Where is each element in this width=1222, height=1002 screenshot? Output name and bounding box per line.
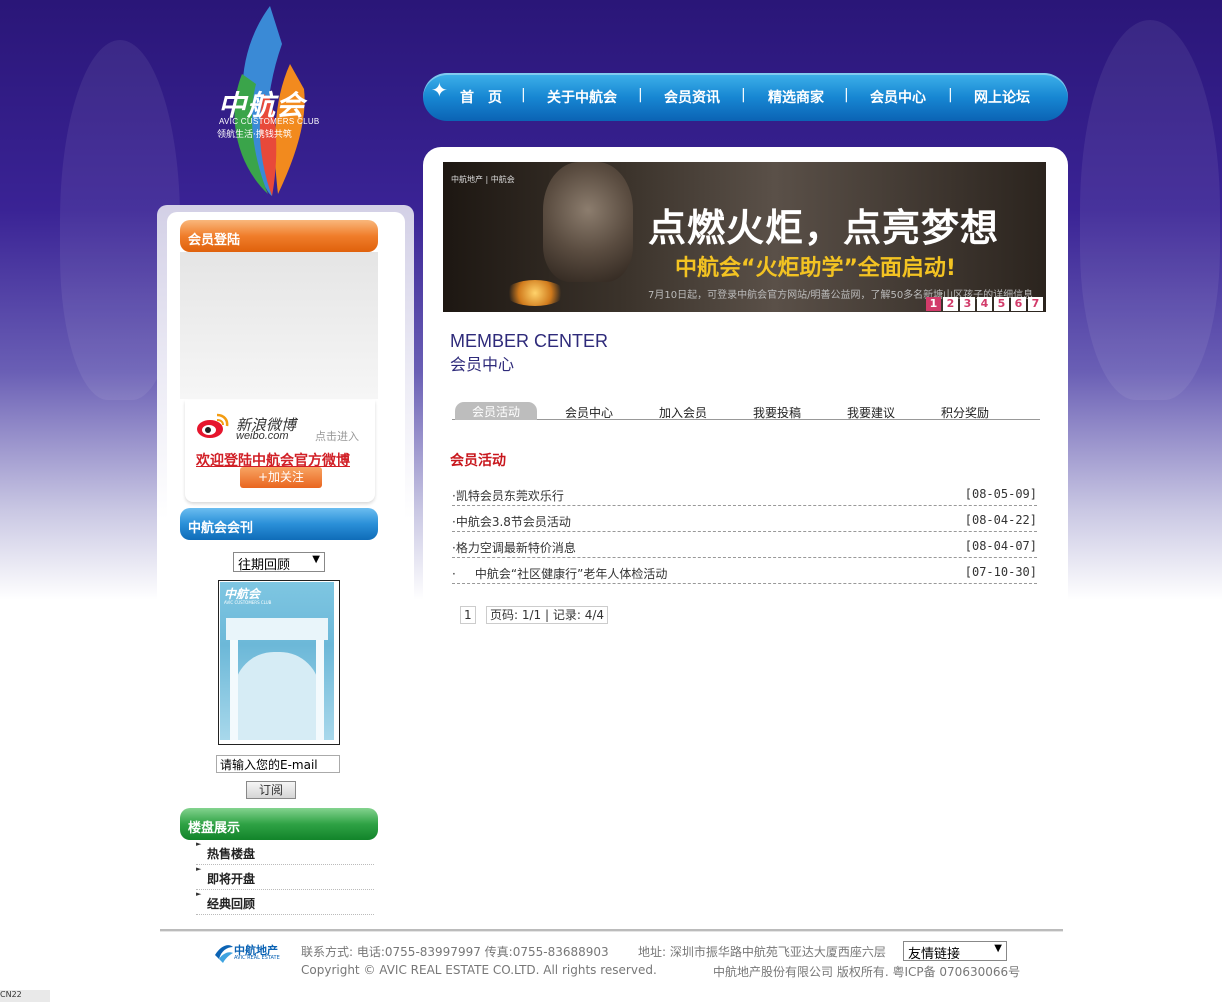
section-title: 会员活动	[450, 453, 506, 469]
page-title-cn: 会员中心	[450, 355, 515, 374]
past-issues-select[interactable]: 往期回顾 ▼	[233, 552, 325, 573]
login-form-area[interactable]	[180, 252, 378, 399]
tab-submit-article[interactable]: 我要投稿	[753, 404, 801, 421]
subscribe-button[interactable]: 订阅	[246, 781, 296, 799]
nav-separator: |	[741, 87, 746, 103]
banner-headline: 点燃火炬，点亮梦想	[648, 206, 1000, 250]
tab-member-activities[interactable]: 会员活动	[455, 402, 537, 420]
sidebar-item-classic[interactable]: ► 经典回顾	[196, 890, 374, 915]
tab-suggestion[interactable]: 我要建议	[847, 404, 895, 421]
login-box-header: 会员登陆	[180, 220, 378, 252]
banner-photo	[543, 162, 633, 282]
select-value: 友情链接	[908, 947, 961, 962]
follow-button[interactable]: +加关注	[240, 467, 322, 488]
chevron-down-icon: ▼	[312, 554, 320, 565]
nav-item-forum[interactable]: 网上论坛	[974, 87, 1030, 107]
list-item[interactable]: ·中航会3.8节会员活动 [08-04-22]	[452, 507, 1037, 532]
news-date: [08-04-07]	[964, 539, 1037, 553]
footer-icp: 中航地产股份有限公司 版权所有. 粤ICP备 070630066号	[713, 965, 1021, 979]
list-item[interactable]: · 中航会“社区健康行”老年人体检活动 [07-10-30]	[452, 559, 1037, 584]
news-date: [07-10-30]	[964, 565, 1037, 579]
weibo-url[interactable]: weibo.com	[236, 430, 289, 442]
sidebar-item-label[interactable]: 经典回顾	[207, 895, 255, 912]
sidebar-item-hot-sale[interactable]: ► 热售楼盘	[196, 840, 374, 865]
tab-points-rewards[interactable]: 积分奖励	[941, 404, 989, 421]
nav-separator: |	[638, 87, 643, 103]
journal-box-title: 中航会会刊	[188, 521, 254, 536]
journal-box-header: 中航会会刊	[180, 508, 378, 540]
sidebar-item-label[interactable]: 热售楼盘	[207, 845, 255, 862]
footer-divider	[160, 929, 1063, 932]
property-box-title: 楼盘展示	[188, 821, 241, 836]
sidebar-item-coming-soon[interactable]: ► 即将开盘	[196, 865, 374, 890]
news-title[interactable]: ·凯特会员东莞欢乐行	[452, 487, 564, 504]
list-item[interactable]: ·格力空调最新特价消息 [08-04-07]	[452, 533, 1037, 558]
promo-banner[interactable]: 中航地产 | 中航会 点燃火炬，点亮梦想 中航会“火炬助学”全面启动! 7月10…	[443, 162, 1046, 312]
cover-building	[226, 618, 328, 640]
pager-page-link[interactable]: 1	[460, 606, 476, 624]
banner-brand: 中航地产 | 中航会	[451, 175, 515, 184]
news-title[interactable]: ·中航会3.8节会员活动	[452, 513, 571, 530]
nav-item-about[interactable]: 关于中航会	[547, 87, 617, 107]
banner-page-1[interactable]: 1	[926, 297, 941, 311]
cover-column	[230, 640, 238, 740]
banner-page-3[interactable]: 3	[960, 297, 975, 311]
logo-slogan: 领航生活·携钱共筑	[217, 130, 292, 140]
email-field[interactable]: 请输入您的E-mail	[216, 755, 340, 773]
nav-separator: |	[948, 87, 953, 103]
nav-item-news[interactable]: 会员资讯	[664, 87, 720, 107]
login-box-title: 会员登陆	[188, 233, 241, 248]
corner-badge: CN22	[0, 990, 50, 1002]
chevron-down-icon: ▼	[994, 943, 1002, 954]
logo-subtitle: AVIC CUSTOMERS CLUB	[219, 117, 320, 126]
arrow-right-icon: ►	[196, 865, 202, 873]
news-title[interactable]: · 中航会“社区健康行”老年人体检活动	[452, 565, 667, 582]
nav-separator: |	[844, 87, 849, 103]
news-title[interactable]: ·格力空调最新特价消息	[452, 539, 576, 556]
nav-separator: |	[521, 87, 526, 103]
nav-item-member-center[interactable]: 会员中心	[870, 87, 926, 107]
friend-links-select[interactable]: 友情链接 ▼	[903, 941, 1007, 962]
weibo-enter-link[interactable]: 点击进入	[315, 428, 359, 444]
arrow-right-icon: ►	[196, 840, 202, 848]
property-box-header: 楼盘展示	[180, 808, 378, 840]
tab-member-center[interactable]: 会员中心	[565, 404, 613, 421]
arrow-right-icon: ►	[196, 890, 202, 898]
list-item[interactable]: ·凯特会员东莞欢乐行 [08-05-09]	[452, 481, 1037, 506]
banner-page-2[interactable]: 2	[943, 297, 958, 311]
footer-logo-subtitle: AVIC REAL ESTATE	[234, 955, 280, 961]
tab-join-member[interactable]: 加入会员	[659, 404, 707, 421]
footer-copyright: Copyright © AVIC REAL ESTATE CO.LTD. All…	[301, 963, 657, 977]
pager-info: 页码: 1/1 | 记录: 4/4	[486, 606, 609, 624]
magazine-subtitle: AVIC CUSTOMERS CLUB	[224, 600, 272, 605]
news-date: [08-05-09]	[964, 487, 1037, 501]
banner-pagination: 1234567	[924, 296, 1043, 311]
banner-page-6[interactable]: 6	[1011, 297, 1026, 311]
page-title-en: MEMBER CENTER	[450, 331, 609, 351]
flame-decoration	[1080, 20, 1220, 400]
news-date: [08-04-22]	[964, 513, 1037, 527]
nav-item-home[interactable]: 首 页	[460, 87, 502, 107]
footer-contact: 联系方式: 电话:0755-83997997 传真:0755-83688903	[301, 945, 609, 959]
nav-item-merchants[interactable]: 精选商家	[768, 87, 824, 107]
banner-subheadline: 中航会“火炬助学”全面启动!	[675, 256, 956, 281]
footer-address: 地址: 深圳市振华路中航苑飞亚达大厦西座六层	[638, 945, 886, 959]
banner-page-5[interactable]: 5	[994, 297, 1009, 311]
weibo-icon[interactable]	[195, 412, 229, 440]
cover-arch	[234, 652, 320, 740]
sidebar-item-label[interactable]: 即将开盘	[207, 870, 255, 887]
select-value: 往期回顾	[238, 558, 291, 573]
star-icon: ✦	[431, 78, 448, 102]
magazine-cover[interactable]: 中航会 AVIC CUSTOMERS CLUB	[220, 582, 334, 740]
banner-page-7[interactable]: 7	[1028, 297, 1043, 311]
cover-column	[316, 640, 324, 740]
banner-page-4[interactable]: 4	[977, 297, 992, 311]
torch-flame	[505, 280, 565, 306]
